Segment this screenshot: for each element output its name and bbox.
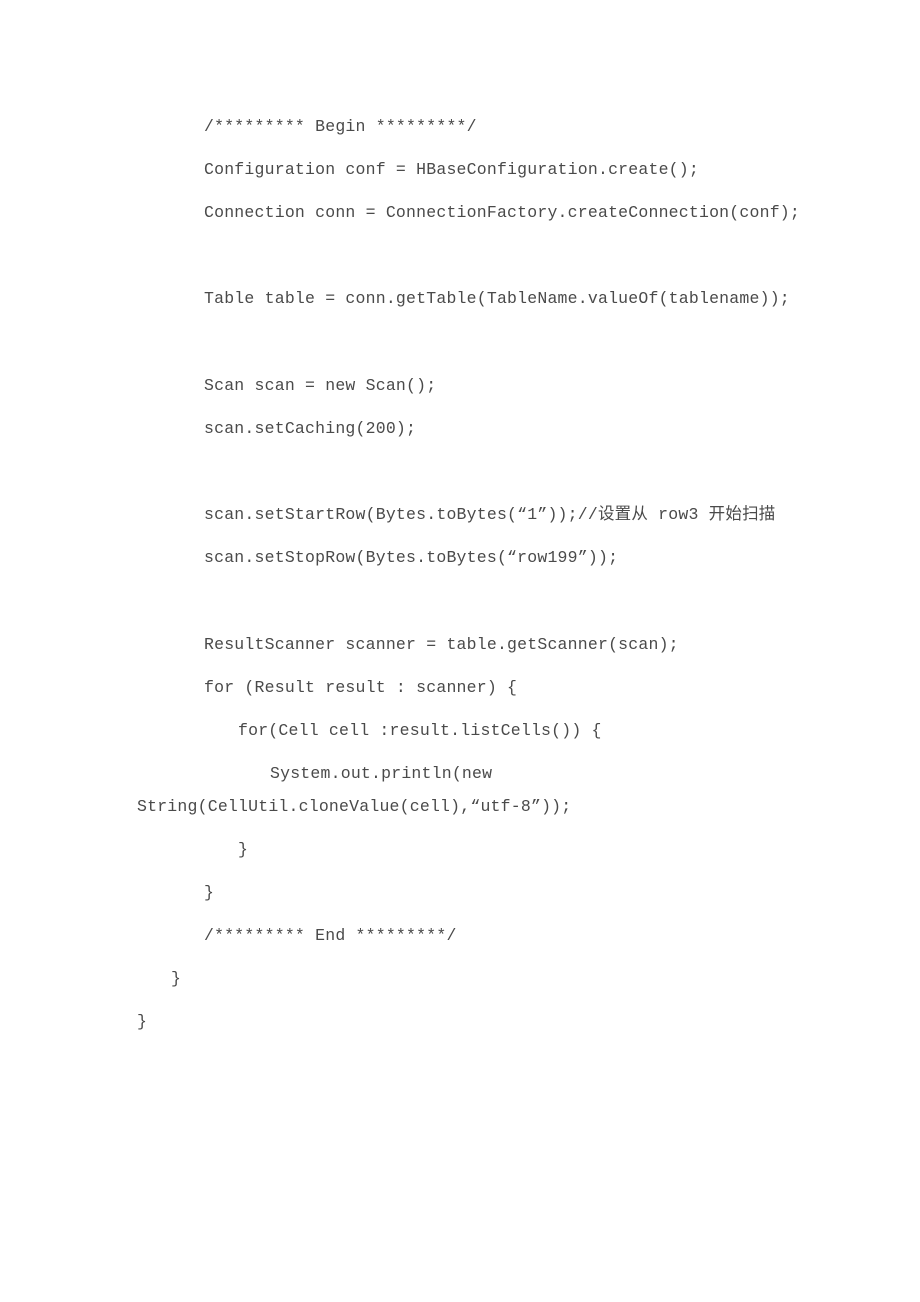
code-line: Table table = conn.getTable(TableName.va… — [204, 289, 790, 308]
code-line: } — [238, 840, 249, 859]
code-line: String(CellUtil.cloneValue(cell),“utf-8”… — [137, 797, 572, 816]
code-line: Scan scan = new Scan(); — [204, 376, 437, 395]
code-line: scan.setCaching(200); — [204, 419, 417, 438]
code-line: for (Result result : scanner) { — [204, 678, 518, 697]
code-line: } — [171, 969, 182, 988]
code-line: } — [204, 883, 215, 902]
code-line: Configuration conf = HBaseConfiguration.… — [204, 160, 699, 179]
document-page: /********* Begin *********/ Configuration… — [0, 0, 920, 1302]
code-line: Connection conn = ConnectionFactory.crea… — [204, 203, 800, 222]
code-line: for(Cell cell :result.listCells()) { — [238, 721, 602, 740]
code-line: } — [137, 1012, 148, 1031]
code-line: scan.setStopRow(Bytes.toBytes(“row199”))… — [204, 548, 619, 567]
code-line: scan.setStartRow(Bytes.toBytes(“1”));//设… — [204, 505, 776, 524]
code-line: /********* End *********/ — [204, 926, 457, 945]
code-line: ResultScanner scanner = table.getScanner… — [204, 635, 679, 654]
code-line: System.out.println(new — [270, 764, 493, 783]
code-line: /********* Begin *********/ — [204, 117, 477, 136]
